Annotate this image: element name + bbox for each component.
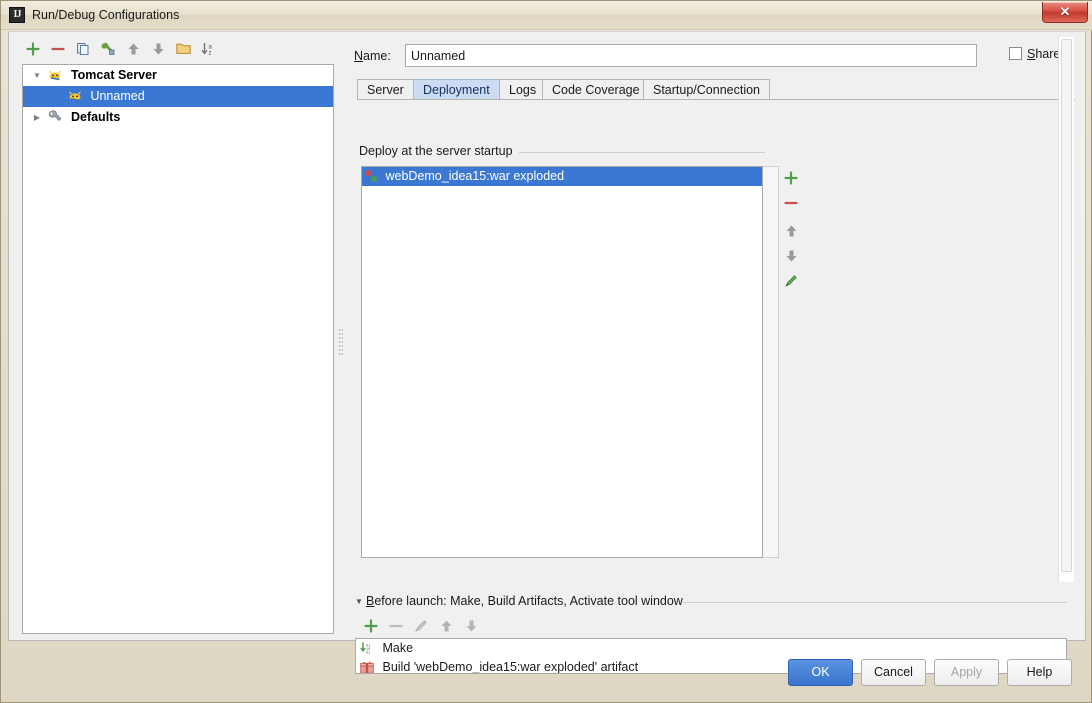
configurations-toolbar: a z	[22, 36, 334, 64]
configurations-pane: a z ▼ Tomcat Server Unnamed ▶ Defaults	[22, 36, 334, 636]
svg-text:z: z	[208, 50, 211, 56]
window-titlebar: IJ Run/Debug Configurations ✕	[1, 1, 1092, 30]
splitter-grip-icon	[338, 328, 343, 356]
deployment-list-item[interactable]: webDemo_idea15:war exploded	[362, 167, 762, 186]
tab-deployment[interactable]: Deployment	[413, 79, 500, 100]
close-icon[interactable]: ✕	[1042, 2, 1088, 23]
remove-configuration-button[interactable]	[47, 39, 69, 61]
dialog-content: a z ▼ Tomcat Server Unnamed ▶ Defaults N…	[8, 31, 1086, 674]
arrow-up-icon[interactable]	[122, 39, 144, 61]
dialog-button-bar: OK Cancel Apply Help	[1, 645, 1092, 695]
add-configuration-button[interactable]	[22, 39, 44, 61]
arrow-down-icon[interactable]	[147, 39, 169, 61]
configurations-tree[interactable]: ▼ Tomcat Server Unnamed ▶ Defaults	[22, 64, 334, 634]
before-launch-toolbar	[359, 614, 559, 638]
save-wrench-icon[interactable]	[97, 39, 119, 61]
remove-task-button[interactable]	[384, 614, 408, 638]
pane-splitter[interactable]	[336, 36, 345, 636]
wrench-icon	[48, 110, 63, 131]
tree-node-unnamed[interactable]: Unnamed	[23, 86, 333, 107]
before-launch-separator	[683, 602, 1067, 603]
deployment-list[interactable]: webDemo_idea15:war exploded	[361, 166, 763, 558]
apply-button[interactable]: Apply	[934, 659, 999, 686]
help-button[interactable]: Help	[1007, 659, 1072, 686]
task-move-down-button[interactable]	[459, 614, 483, 638]
deployment-item-label: webDemo_idea15:war exploded	[385, 169, 565, 183]
configuration-editor-pane: Name: Share Server Deployment Logs Code …	[347, 36, 1075, 674]
application-context-panel: Application context: /	[779, 36, 1075, 428]
name-label: Name:	[354, 49, 391, 63]
ok-button[interactable]: OK	[788, 659, 853, 686]
copy-icon[interactable]	[72, 39, 94, 61]
tree-node-defaults[interactable]: ▶ Defaults	[23, 107, 333, 128]
add-task-button[interactable]	[359, 614, 383, 638]
tab-logs[interactable]: Logs	[499, 79, 547, 100]
sort-az-icon[interactable]: a z	[197, 39, 219, 61]
tree-node-tomcat-server[interactable]: ▼ Tomcat Server	[23, 65, 333, 86]
artifact-icon	[365, 170, 378, 189]
tree-node-label: Tomcat Server	[70, 68, 157, 82]
run-debug-configurations-dialog: IJ Run/Debug Configurations ✕ a z ▼ Tomc…	[0, 0, 1092, 703]
scrollbar-thumb[interactable]	[1061, 39, 1072, 572]
before-launch-header[interactable]: ▼ Before launch: Make, Build Artifacts, A…	[355, 594, 683, 608]
folder-icon[interactable]	[172, 39, 194, 61]
collapse-twisty-icon[interactable]: ▶	[29, 107, 45, 128]
tree-node-label: Defaults	[70, 110, 121, 124]
window-title: Run/Debug Configurations	[32, 8, 180, 22]
task-move-up-button[interactable]	[434, 614, 458, 638]
tab-server[interactable]: Server	[357, 79, 414, 100]
deployment-list-scrollbar[interactable]	[763, 166, 779, 558]
editor-pane-scrollbar[interactable]	[1058, 37, 1074, 582]
tree-node-label: Unnamed	[90, 89, 145, 103]
intellij-idea-icon: IJ	[9, 7, 25, 23]
expand-twisty-icon[interactable]: ▼	[29, 65, 45, 86]
tab-startup-connection[interactable]: Startup/Connection	[643, 79, 771, 100]
tab-code-coverage[interactable]: Code Coverage	[542, 79, 650, 100]
collapse-twisty-icon[interactable]: ▼	[355, 597, 366, 606]
edit-task-button[interactable]	[409, 614, 433, 638]
cancel-button[interactable]: Cancel	[861, 659, 926, 686]
deploy-section-title: Deploy at the server startup	[359, 144, 519, 158]
